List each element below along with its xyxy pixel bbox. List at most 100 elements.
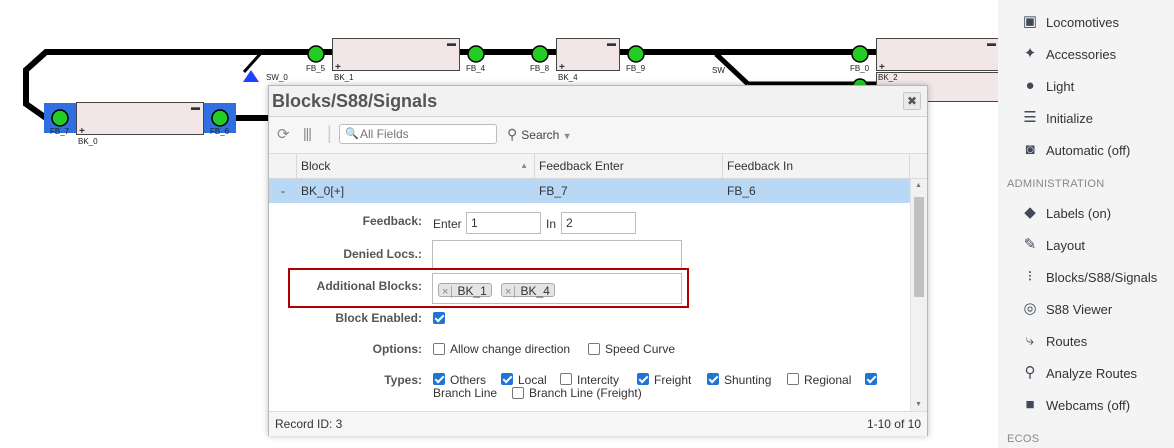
allow-change-direction-checkbox[interactable] <box>433 343 445 355</box>
edit-icon: ✎ <box>1023 236 1037 253</box>
type-intercity-checkbox[interactable] <box>560 373 572 385</box>
sidebar-item-layout[interactable]: ✎ Layout <box>998 233 1174 257</box>
label-fb9: FB_9 <box>626 64 646 73</box>
block-bk1[interactable]: ▬ + <box>332 38 460 73</box>
columns-icon[interactable]: ||| <box>303 125 312 141</box>
scroll-down-icon[interactable]: ▼ <box>915 401 922 408</box>
feedback-in-input[interactable] <box>561 212 636 234</box>
row-expand-toggle[interactable]: - <box>277 179 285 203</box>
cell-feedback-enter: FB_7 <box>539 184 568 198</box>
label-bk4: BK_4 <box>558 73 578 82</box>
search-icon: ⚲ <box>507 126 518 142</box>
dialog-title: Blocks/S88/Signals <box>272 91 438 111</box>
dialog-footer: Record ID: 3 1-10 of 10 <box>269 411 927 436</box>
wand-icon: ✦ <box>1023 45 1037 62</box>
search-button[interactable]: ⚲ Search ▼ <box>507 126 572 143</box>
feedback-enter-input[interactable] <box>466 212 541 234</box>
label-fb4: FB_4 <box>466 64 486 73</box>
denied-locs-field[interactable] <box>432 240 682 270</box>
search-button-label: Search <box>521 128 560 142</box>
type-intercity-label: Intercity <box>577 373 620 387</box>
column-spacer <box>269 154 297 178</box>
type-shunting-checkbox[interactable] <box>707 373 719 385</box>
sidebar-item-s88-viewer[interactable]: ◎ S88 Viewer <box>998 297 1174 321</box>
label-fb7: FB_7 <box>50 127 70 136</box>
sidebar: ▣ Locomotives ✦ Accessories ● Light ☰ In… <box>998 0 1174 448</box>
type-branch-line-checkbox[interactable] <box>865 373 877 385</box>
route-icon: ⤷ <box>1025 332 1035 349</box>
types-label: Types: <box>384 373 422 387</box>
type-others-label: Others <box>450 373 487 387</box>
type-branch-line-label: Branch Line <box>433 386 498 400</box>
sidebar-item-blocks[interactable]: ⁝ Blocks/S88/Signals <box>998 265 1174 289</box>
sort-up-icon: ▲ <box>520 161 528 170</box>
highlight-box <box>288 268 689 308</box>
locomotive-icon: ▣ <box>1022 13 1038 30</box>
sidebar-item-routes[interactable]: ⤷ Routes <box>998 329 1174 353</box>
column-block[interactable]: Block ▲ <box>297 154 535 178</box>
lightbulb-icon: ● <box>1025 77 1035 94</box>
tag-icon: ◆ <box>1024 204 1036 221</box>
type-shunting-label: Shunting <box>724 373 772 387</box>
type-regional-label: Regional <box>804 373 852 387</box>
column-feedback-in[interactable]: Feedback In <box>723 154 910 178</box>
sensor-icon: ◎ <box>1023 300 1037 317</box>
sidebar-item-accessories[interactable]: ✦ Accessories <box>998 42 1174 66</box>
label-sw0: SW_0 <box>266 73 288 82</box>
list-check-icon: ☰ <box>1023 109 1037 126</box>
block-enabled-checkbox[interactable] <box>433 312 445 324</box>
speed-curve-label: Speed Curve <box>605 342 676 356</box>
type-local-label: Local <box>518 373 547 387</box>
sidebar-item-automatic[interactable]: ◙ Automatic (off) <box>998 138 1174 162</box>
feedback-label: Feedback: <box>362 214 422 228</box>
camera-icon: ■ <box>1025 396 1035 413</box>
record-range: 1-10 of 10 <box>866 417 921 431</box>
table-row[interactable]: - BK_0[+] FB_7 FB_6 <box>269 179 910 203</box>
label-fb8: FB_8 <box>530 64 550 73</box>
type-freight-checkbox[interactable] <box>637 373 649 385</box>
chevron-down-icon: ▼ <box>562 131 572 141</box>
dialog-header[interactable]: Blocks/S88/Signals ✖ <box>269 86 927 117</box>
toolbar-divider: | <box>327 123 332 143</box>
sidebar-item-analyze-routes[interactable]: ⚲ Analyze Routes <box>998 361 1174 385</box>
enter-label: Enter <box>433 217 462 231</box>
label-fb5: FB_5 <box>306 64 326 73</box>
analyze-icon: ⚲ <box>1024 364 1036 381</box>
in-label: In <box>546 217 557 231</box>
sidebar-item-webcams[interactable]: ■ Webcams (off) <box>998 393 1174 417</box>
search-input[interactable] <box>360 126 492 142</box>
block-bk0[interactable]: ▬ + <box>76 102 204 137</box>
label-sw-right: SW <box>712 66 725 75</box>
search-field[interactable]: 🔍 <box>339 124 497 144</box>
type-others-checkbox[interactable] <box>433 373 445 385</box>
cell-block: BK_0[+] <box>301 184 345 198</box>
column-feedback-enter[interactable]: Feedback Enter <box>535 154 723 178</box>
grid-header: Block ▲ Feedback Enter Feedback In <box>269 154 927 179</box>
block-bk2[interactable]: ▬ + <box>876 38 1000 73</box>
type-freight-label: Freight <box>654 373 692 387</box>
scroll-up-icon[interactable]: ▲ <box>915 182 922 189</box>
type-branch-line-freight-label: Branch Line (Freight) <box>529 386 642 400</box>
type-branch-line-freight-checkbox[interactable] <box>512 387 524 399</box>
type-local-checkbox[interactable] <box>501 373 513 385</box>
sidebar-item-labels[interactable]: ◆ Labels (on) <box>998 201 1174 225</box>
speed-curve-checkbox[interactable] <box>588 343 600 355</box>
close-icon[interactable]: ✖ <box>903 92 921 110</box>
options-label: Options: <box>372 342 422 356</box>
sidebar-item-initialize[interactable]: ☰ Initialize <box>998 106 1174 130</box>
label-fb6: FB_6 <box>210 127 230 136</box>
grid-scrollbar[interactable]: ▲ ▼ <box>910 179 927 411</box>
robot-icon: ◙ <box>1025 141 1035 158</box>
traffic-light-icon: ⁝ <box>1027 268 1033 285</box>
type-regional-checkbox[interactable] <box>787 373 799 385</box>
grid-toolbar: ⟳ ||| | 🔍 ⚲Search ▼ <box>269 117 927 154</box>
sidebar-item-light[interactable]: ● Light <box>998 74 1174 98</box>
denied-locs-label: Denied Locs.: <box>343 247 422 261</box>
sidebar-item-locomotives[interactable]: ▣ Locomotives <box>998 10 1174 34</box>
block-bk4[interactable]: ▬ + <box>556 38 620 73</box>
block-enabled-label: Block Enabled: <box>335 311 422 325</box>
scroll-thumb[interactable] <box>914 197 924 297</box>
label-fb0: FB_0 <box>850 64 870 73</box>
section-ecos: ECOS <box>1007 433 1040 445</box>
refresh-icon[interactable]: ⟳ <box>277 125 290 143</box>
